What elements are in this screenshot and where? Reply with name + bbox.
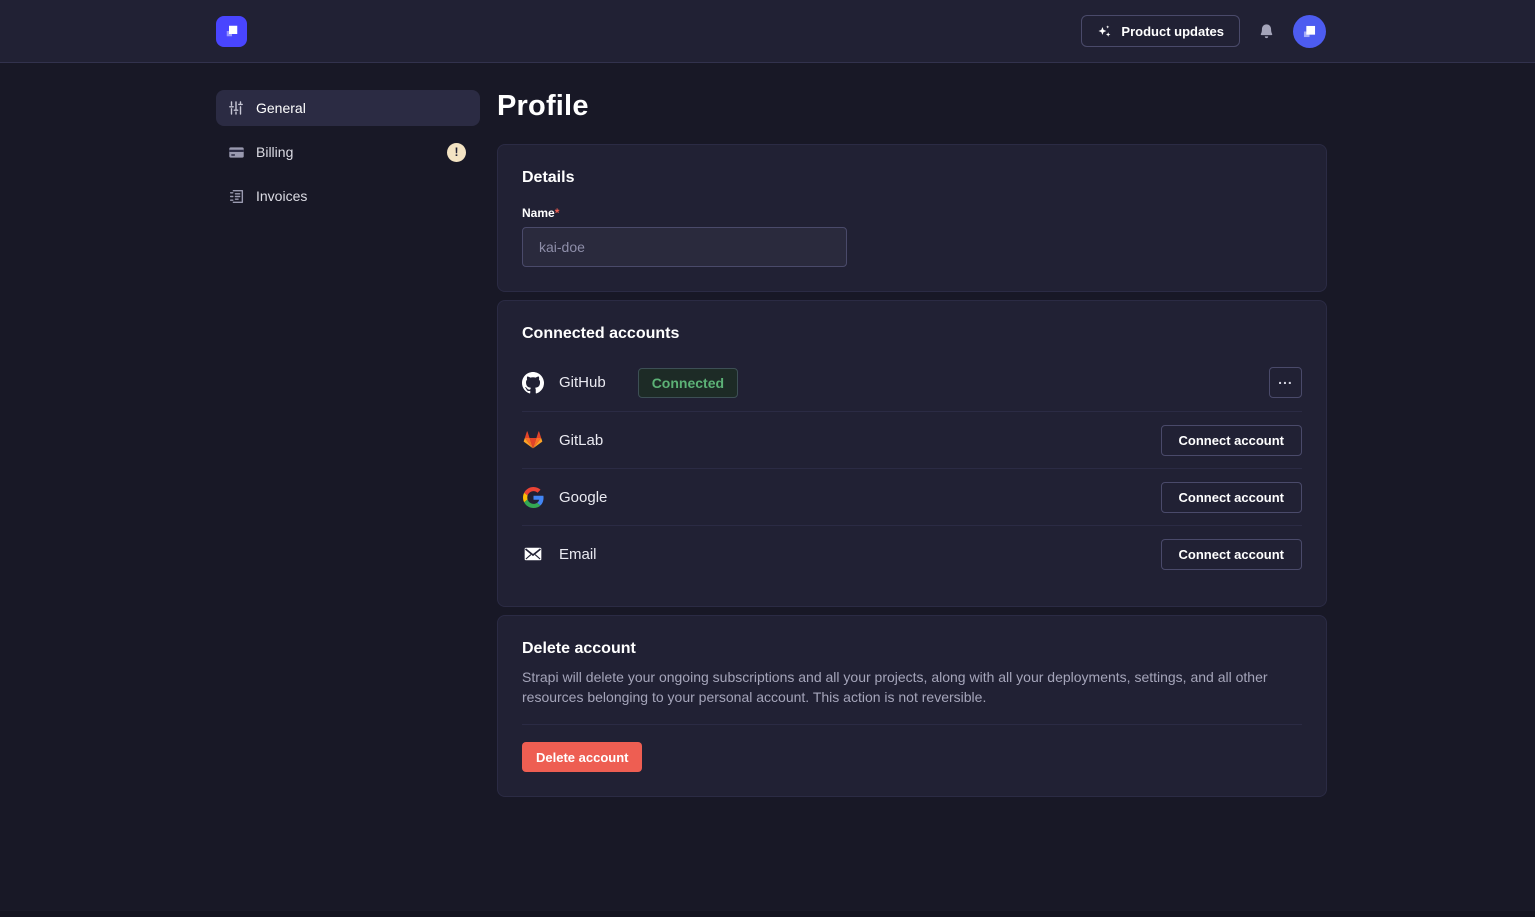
name-input[interactable]	[522, 227, 847, 267]
sliders-icon	[228, 100, 245, 116]
details-card: Details Name*	[497, 144, 1327, 292]
email-icon	[522, 543, 544, 565]
google-connect-button[interactable]: Connect account	[1161, 482, 1302, 513]
google-icon	[522, 486, 544, 508]
required-asterisk: *	[555, 206, 560, 220]
provider-name: GitLab	[559, 432, 603, 449]
strapi-cloud-profile-screen: Product updates	[0, 0, 1535, 917]
sidebar-item-label: Invoices	[256, 188, 307, 204]
account-row-gitlab: GitLab Connect account	[522, 411, 1302, 468]
delete-account-heading: Delete account	[522, 640, 1302, 658]
name-field: Name*	[522, 204, 1302, 267]
billing-warning-badge: !	[447, 143, 466, 162]
row-action: Connect account	[1161, 425, 1302, 456]
delete-account-card: Delete account Strapi will delete your o…	[497, 615, 1327, 797]
ellipsis-icon: ...	[1278, 371, 1293, 387]
provider-name: Google	[559, 489, 607, 506]
gitlab-connect-button[interactable]: Connect account	[1161, 425, 1302, 456]
gitlab-icon	[522, 429, 544, 451]
product-updates-button[interactable]: Product updates	[1081, 15, 1240, 47]
account-row-google: Google Connect account	[522, 468, 1302, 525]
connected-status-badge: Connected	[638, 368, 738, 398]
accounts-list: GitHub Connected ...	[522, 354, 1302, 582]
bell-icon	[1258, 23, 1275, 40]
provider-name: GitHub	[559, 374, 606, 391]
product-updates-label: Product updates	[1121, 24, 1224, 39]
divider	[522, 724, 1302, 725]
profile-main: Profile Details Name* Connected accounts	[497, 90, 1327, 805]
user-avatar[interactable]	[1293, 15, 1326, 48]
github-icon	[522, 372, 544, 394]
name-label-text: Name	[522, 206, 555, 220]
github-options-button[interactable]: ...	[1269, 367, 1302, 398]
invoice-icon	[228, 188, 245, 205]
provider-name: Email	[559, 546, 597, 563]
delete-account-description: Strapi will delete your ongoing subscrip…	[522, 667, 1302, 707]
row-action: Connect account	[1161, 539, 1302, 570]
sidebar-item-billing[interactable]: Billing !	[216, 134, 480, 170]
credit-card-icon	[228, 144, 245, 161]
top-bar-actions: Product updates	[1081, 15, 1326, 48]
connected-accounts-heading: Connected accounts	[522, 325, 1302, 343]
notifications-button[interactable]	[1258, 23, 1275, 40]
strapi-logo[interactable]	[216, 16, 247, 47]
sidebar-item-label: General	[256, 100, 306, 116]
top-bar: Product updates	[0, 0, 1535, 63]
account-row-github: GitHub Connected ...	[522, 354, 1302, 411]
sparkles-icon	[1097, 24, 1112, 39]
content-layout: General Billing !	[0, 63, 1535, 805]
row-action: ...	[1269, 367, 1302, 398]
row-action: Connect account	[1161, 482, 1302, 513]
connected-accounts-card: Connected accounts GitHub Connected	[497, 300, 1327, 607]
settings-sidebar: General Billing !	[216, 90, 480, 805]
sidebar-item-general[interactable]: General	[216, 90, 480, 126]
delete-account-button[interactable]: Delete account	[522, 742, 642, 772]
strapi-glyph-icon	[1300, 22, 1319, 41]
bottom-edge-strip	[0, 911, 1535, 917]
details-heading: Details	[522, 169, 1302, 187]
sidebar-item-invoices[interactable]: Invoices	[216, 178, 480, 214]
strapi-glyph-icon	[223, 22, 241, 40]
email-connect-button[interactable]: Connect account	[1161, 539, 1302, 570]
name-label: Name*	[522, 206, 559, 220]
account-row-email: Email Connect account	[522, 525, 1302, 582]
sidebar-item-label: Billing	[256, 144, 293, 160]
page-title: Profile	[497, 90, 1327, 123]
